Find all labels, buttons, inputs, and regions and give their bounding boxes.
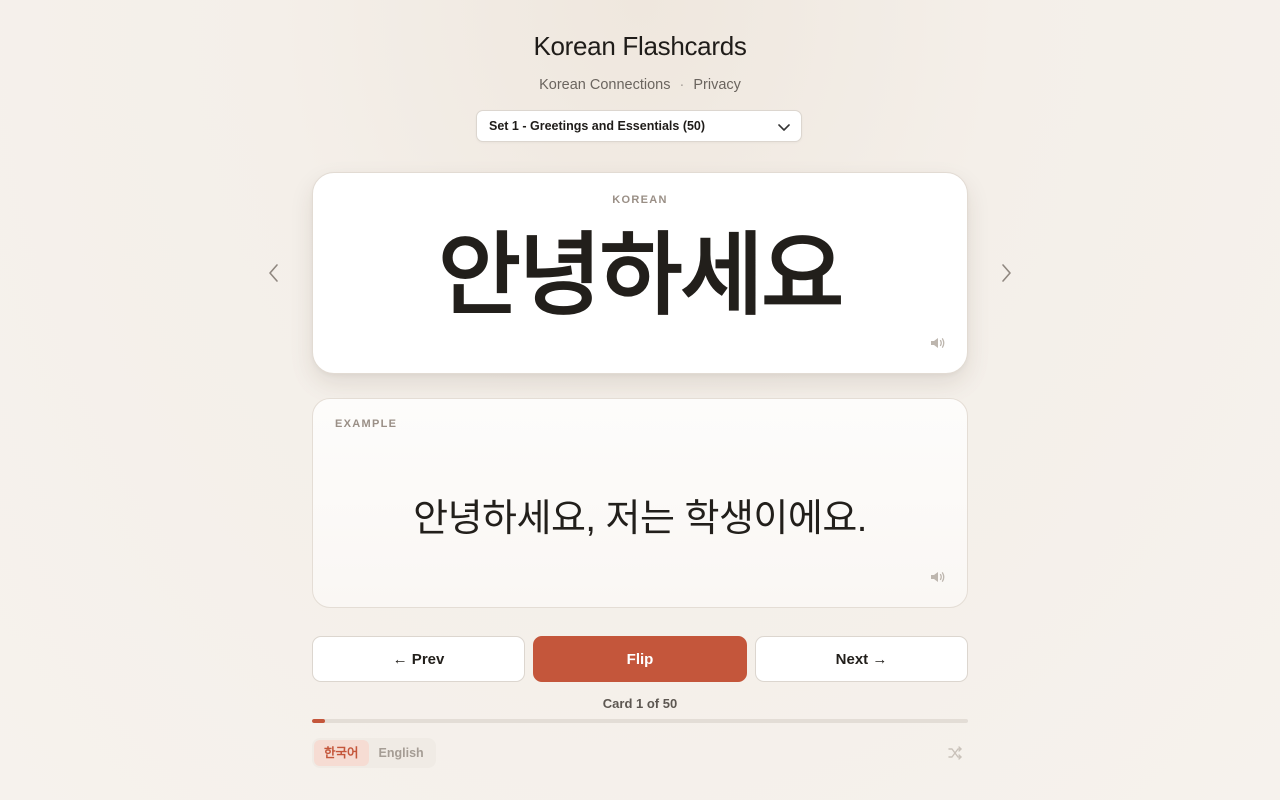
next-button[interactable]: Next → — [755, 636, 968, 682]
shuffle-icon[interactable] — [947, 745, 963, 761]
privacy-link[interactable]: Privacy — [693, 77, 741, 93]
progress-bar — [312, 719, 968, 723]
example-card: EXAMPLE 안녕하세요, 저는 학생이에요. — [312, 398, 968, 608]
card-word: 안녕하세요 — [438, 226, 844, 326]
link-separator: · — [679, 77, 685, 93]
card-language-label: KOREAN — [612, 194, 668, 206]
chevron-left-icon[interactable] — [266, 262, 280, 284]
flip-button[interactable]: Flip — [533, 636, 747, 682]
speaker-icon[interactable] — [929, 569, 947, 585]
speaker-icon[interactable] — [929, 335, 947, 351]
example-sentence: 안녕하세요, 저는 학생이에요. — [413, 498, 867, 540]
progress-fill — [312, 719, 326, 723]
example-label: EXAMPLE — [335, 418, 398, 430]
page-title: Korean Flashcards — [533, 31, 747, 61]
lang-option-korean[interactable]: 한국어 — [314, 740, 369, 766]
set-select-value: Set 1 - Greetings and Essentials (50) — [489, 119, 706, 133]
korean-connections-link[interactable]: Korean Connections — [539, 77, 670, 93]
set-select-dropdown[interactable]: Set 1 - Greetings and Essentials (50) — [476, 110, 802, 142]
prev-button[interactable]: ← Prev — [312, 636, 525, 682]
flashcard-front[interactable]: KOREAN 안녕하세요 — [312, 172, 968, 374]
lang-option-english[interactable]: English — [369, 740, 434, 766]
chevron-down-icon — [778, 124, 790, 131]
chevron-right-icon[interactable] — [1000, 262, 1014, 284]
header-links: Korean Connections · Privacy — [0, 77, 1280, 93]
card-counter: Card 1 of 50 — [602, 696, 678, 711]
language-toggle: 한국어 English — [312, 738, 436, 768]
